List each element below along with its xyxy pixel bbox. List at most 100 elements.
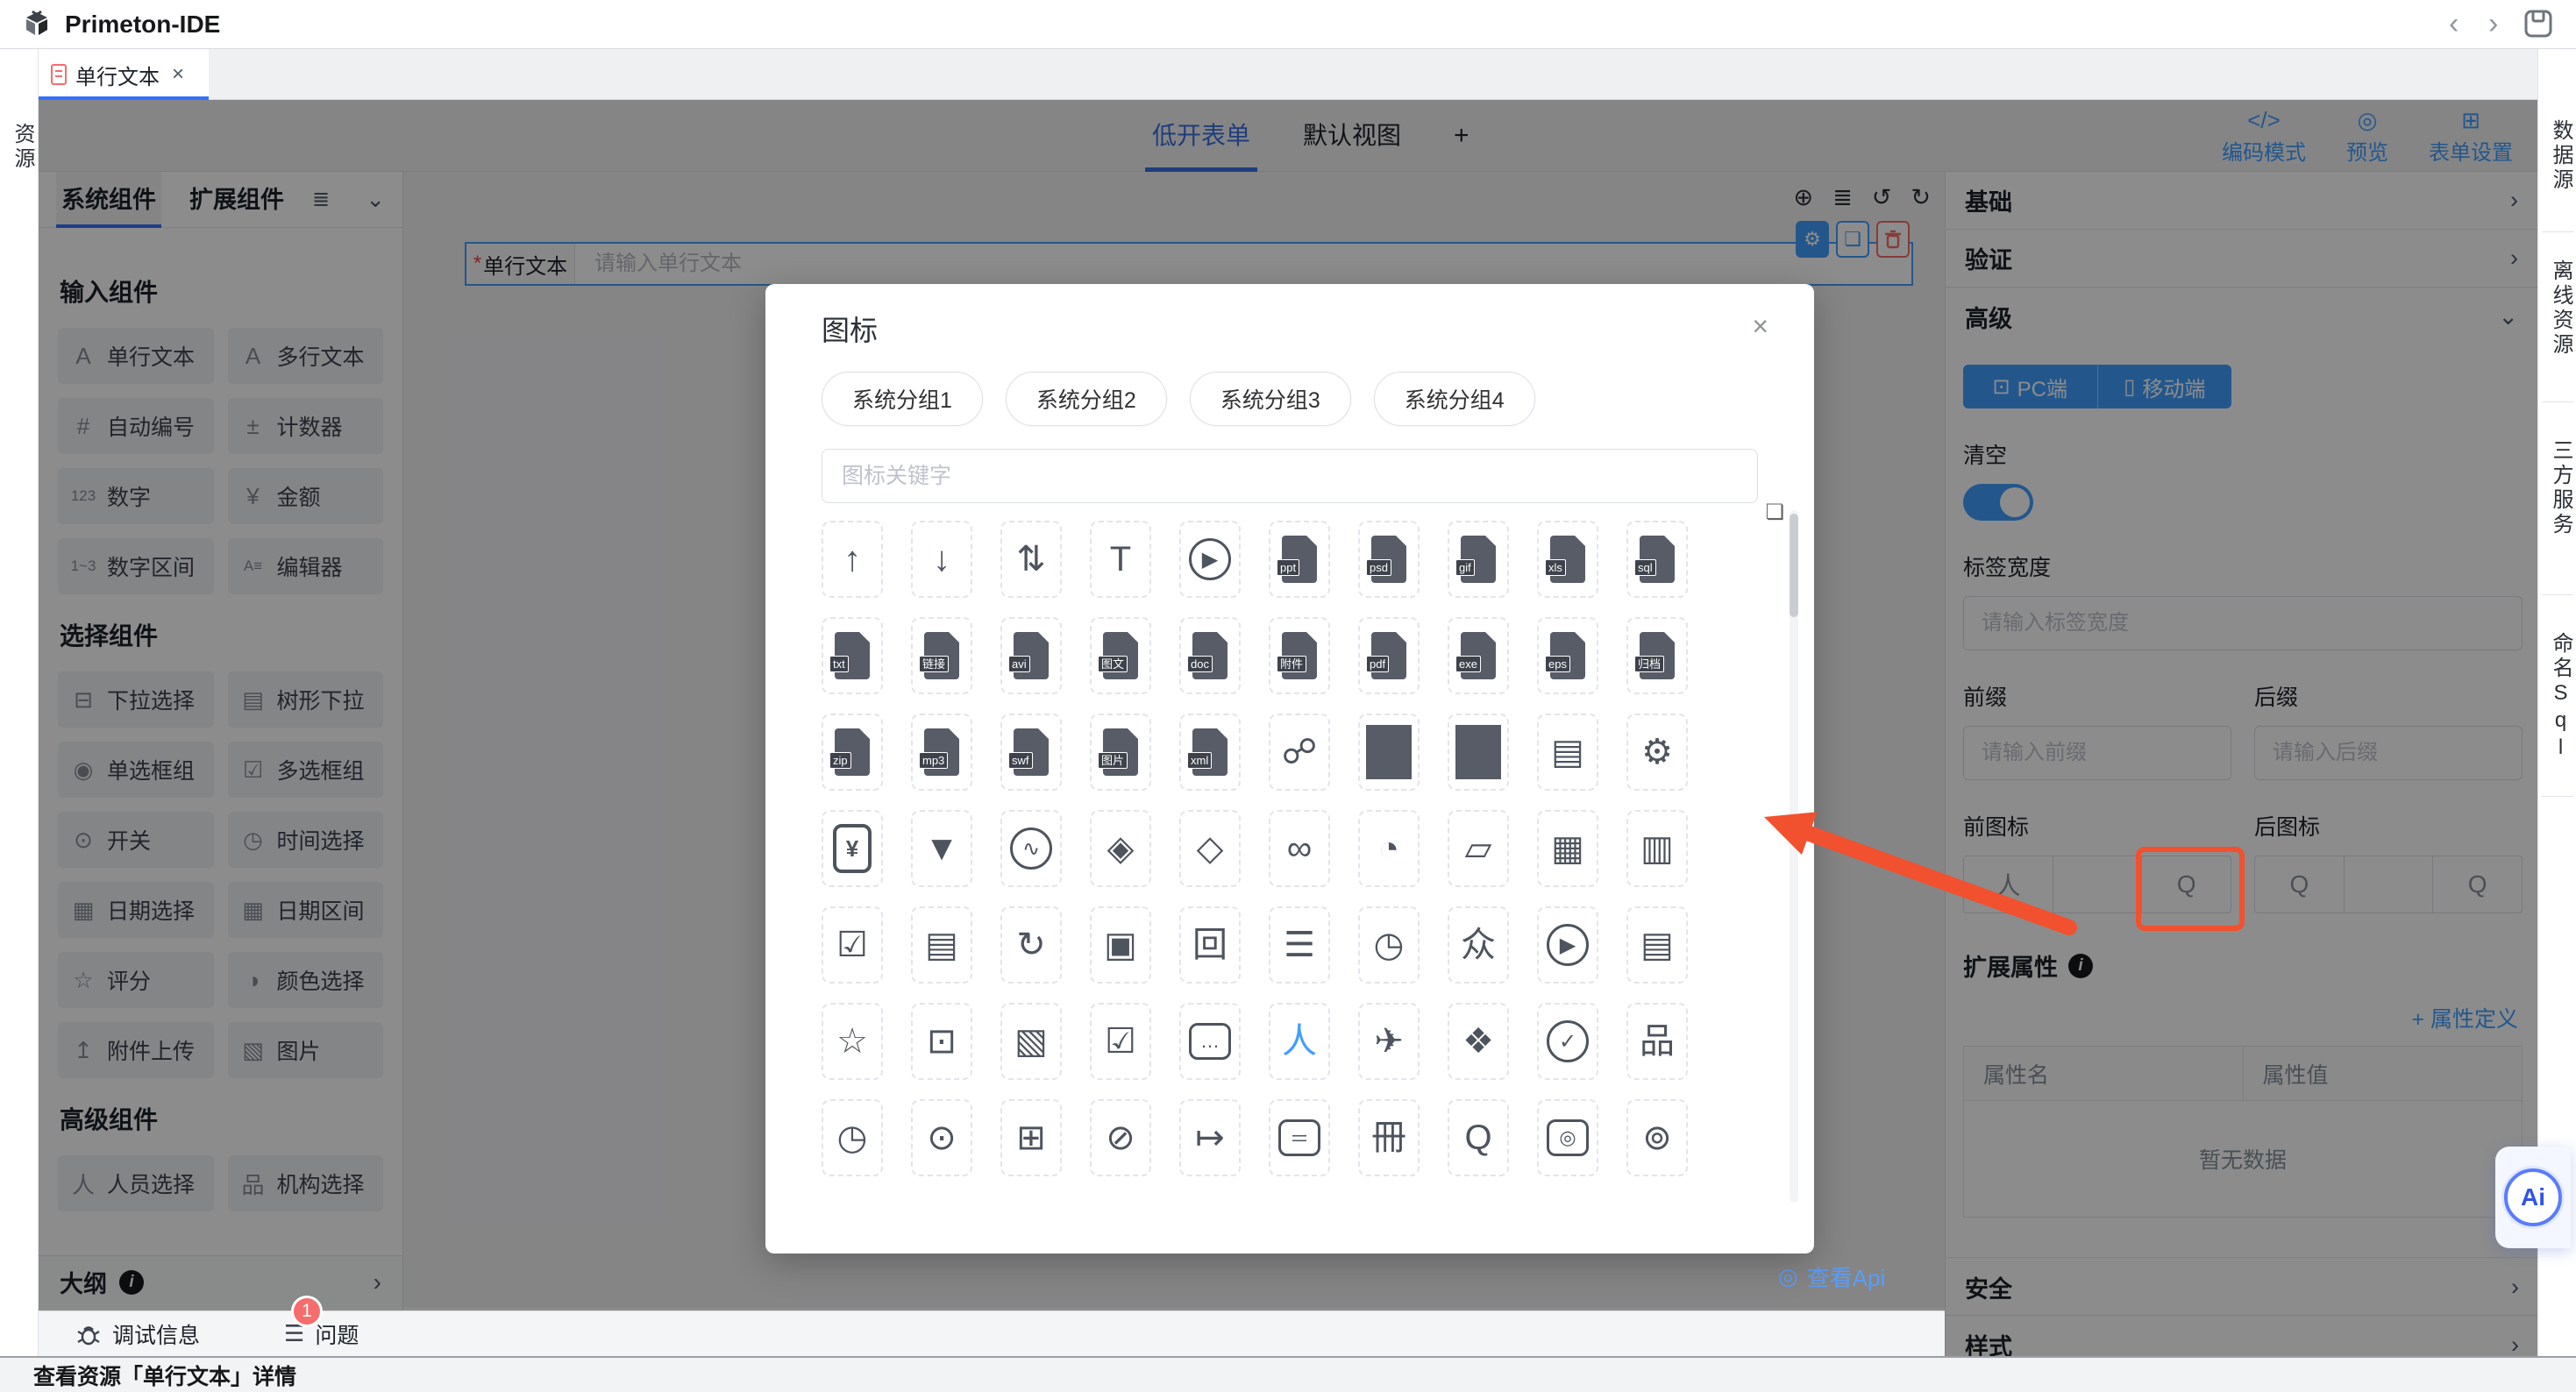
tshirt-icon[interactable]: T [1090, 521, 1151, 598]
doc-tab-single-line-text[interactable]: 单行文本 × [39, 49, 209, 100]
triangle-logo-icon[interactable]: ▼ [911, 810, 972, 887]
debug-info-item[interactable]: 调试信息 [77, 1318, 200, 1350]
file-link-icon[interactable]: 链接 [911, 617, 972, 694]
shield-key-icon[interactable]: ❖ [1448, 1003, 1509, 1080]
hexagon-logo-icon[interactable]: ◈ [1090, 810, 1151, 887]
file-xml-icon[interactable]: xml [1179, 714, 1241, 791]
close-dialog-icon[interactable]: × [1752, 310, 1768, 343]
right-strip-item[interactable]: 三方服务 [2545, 439, 2576, 537]
person-check-icon[interactable]: 人 [1269, 1003, 1330, 1080]
sitemap-icon[interactable]: 品 [1626, 1003, 1688, 1080]
arrow-up-icon[interactable]: ↑ [822, 521, 883, 598]
arrow-down-icon[interactable]: ↓ [911, 521, 972, 598]
file-avi-icon[interactable]: avi [1000, 617, 1062, 694]
right-strip-item[interactable]: 命名Sql [2545, 632, 2576, 763]
file-richtext-icon[interactable]: 图文 [1090, 617, 1151, 694]
solid-rect-icon[interactable] [1448, 714, 1509, 791]
chain-link-icon[interactable]: ∞ [1269, 810, 1330, 887]
file-zip-icon[interactable]: zip [822, 714, 883, 791]
group-tab-系统分组4[interactable]: 系统分组4 [1374, 372, 1535, 426]
file-attachment-icon[interactable]: 附件 [1269, 617, 1330, 694]
save-icon[interactable] [2523, 9, 2553, 39]
group-tab-系统分组3[interactable]: 系统分组3 [1190, 372, 1351, 426]
sort-az-icon[interactable]: ⇅ [1000, 521, 1062, 598]
broken-link-icon[interactable]: ☍ [1269, 714, 1330, 791]
copy-list-icon[interactable]: ▥ [1626, 810, 1688, 887]
triangle-logo-icon: ▼ [924, 831, 959, 866]
issues-count-badge: 1 [291, 1296, 323, 1327]
sliders-icon[interactable]: ☰ [1269, 906, 1330, 984]
nav-forward-icon[interactable]: › [2488, 7, 2498, 40]
file-mp3-icon[interactable]: mp3 [911, 714, 972, 791]
target-bubble-icon[interactable]: ◎ [1537, 1099, 1598, 1176]
folder-list-icon[interactable]: ▱ [1448, 810, 1509, 887]
page-settings-icon[interactable]: ⚙ [1626, 714, 1688, 791]
file-exe-icon[interactable]: exe [1448, 617, 1509, 694]
yuan-card-icon[interactable]: ¥ [822, 810, 883, 887]
file-xls-icon[interactable]: xls [1537, 521, 1598, 598]
form-edit-icon[interactable]: ▤ [1537, 714, 1598, 791]
logout-icon[interactable]: ↦ [1179, 1099, 1241, 1176]
file-txt-icon[interactable]: txt [822, 617, 883, 694]
clock-icon: ◷ [837, 1120, 868, 1155]
file-pdf-icon[interactable]: pdf [1358, 617, 1420, 694]
divider [2542, 594, 2573, 595]
file-avi-icon: avi [1014, 632, 1049, 679]
expand-window-icon[interactable]: ❏ [1765, 500, 1784, 525]
image-icon[interactable]: ▧ [1000, 1003, 1062, 1080]
file-archive-icon[interactable]: 归档 [1626, 617, 1688, 694]
scan-frame-icon[interactable]: ⊡ [911, 1003, 972, 1080]
play-solid-icon[interactable]: ▶ [1537, 906, 1598, 984]
comment-dots-icon: … [1189, 1023, 1231, 1060]
badge-check-icon[interactable]: ✓ [1537, 1003, 1598, 1080]
clock-icon[interactable]: ◷ [822, 1099, 883, 1176]
ai-assistant-button[interactable]: Ai [2495, 1147, 2571, 1248]
star-icon[interactable]: ☆ [822, 1003, 883, 1080]
file-swf-icon[interactable]: swf [1000, 714, 1062, 791]
clipboard-list-icon[interactable]: ▤ [911, 906, 972, 984]
resource-strip-label[interactable]: 资源 [7, 123, 38, 172]
close-tab-icon[interactable]: × [172, 62, 184, 87]
file-gif-icon[interactable]: gif [1448, 521, 1509, 598]
file-sql-icon[interactable]: sql [1626, 521, 1688, 598]
paper-plane-icon[interactable]: ✈ [1358, 1003, 1420, 1080]
file-mp3-icon: mp3 [924, 728, 959, 776]
file-image-icon[interactable]: 图片 [1090, 714, 1151, 791]
file-eps-icon[interactable]: eps [1537, 617, 1598, 694]
file-type-label: eps [1545, 656, 1570, 672]
icon-search-input[interactable] [822, 449, 1758, 503]
play-search-icon[interactable]: ⊚ [1626, 1099, 1688, 1176]
pulse-circle-icon[interactable]: ∿ [1000, 810, 1062, 887]
comment-lines-icon[interactable]: ＝ [1269, 1099, 1330, 1176]
doc-text-icon[interactable]: ▤ [1626, 906, 1688, 984]
file-ppt-icon[interactable]: ppt [1269, 521, 1330, 598]
clock-oval-icon[interactable]: ◷ [1358, 906, 1420, 984]
gauge-icon[interactable]: ◔ [1358, 810, 1420, 887]
group-tab-系统分组2[interactable]: 系统分组2 [1006, 372, 1167, 426]
bookmark-plus-icon[interactable]: ⊞ [1000, 1099, 1062, 1176]
file-xml-icon: xml [1192, 728, 1228, 776]
view-api-link[interactable]: ◎ 查看Api [1778, 1261, 1885, 1293]
right-strip-item[interactable]: 数据源 [2545, 119, 2576, 193]
clipboard-clock-icon[interactable]: ▣ [1090, 906, 1151, 984]
play-circle-icon[interactable]: ▶ [1179, 521, 1241, 598]
file-psd-icon[interactable]: psd [1358, 521, 1420, 598]
right-strip-item[interactable]: 离线资源 [2545, 259, 2576, 358]
screen-scan-icon[interactable]: 回 [1179, 906, 1241, 984]
search-icon[interactable]: Q [1448, 1099, 1509, 1176]
book-ribbon-icon[interactable]: 冊 [1358, 1099, 1420, 1176]
ban-icon[interactable]: ⊘ [1090, 1099, 1151, 1176]
scrollbar-thumb[interactable] [1790, 514, 1798, 617]
file-doc-icon[interactable]: doc [1179, 617, 1241, 694]
calendar-list-icon[interactable]: ▦ [1537, 810, 1598, 887]
checklist-card-icon[interactable]: ☑ [822, 906, 883, 984]
podcast-icon[interactable]: ⊙ [911, 1099, 972, 1176]
people-icon[interactable]: 众 [1448, 906, 1509, 984]
archive-check-icon[interactable]: ☑ [1090, 1003, 1151, 1080]
gem-pentagon-icon[interactable]: ◇ [1179, 810, 1241, 887]
person-clock-icon[interactable]: ↻ [1000, 906, 1062, 984]
solid-rect-icon[interactable] [1358, 714, 1420, 791]
comment-dots-icon[interactable]: … [1179, 1003, 1241, 1080]
group-tab-系统分组1[interactable]: 系统分组1 [822, 372, 983, 426]
nav-back-icon[interactable]: ‹ [2449, 7, 2459, 40]
